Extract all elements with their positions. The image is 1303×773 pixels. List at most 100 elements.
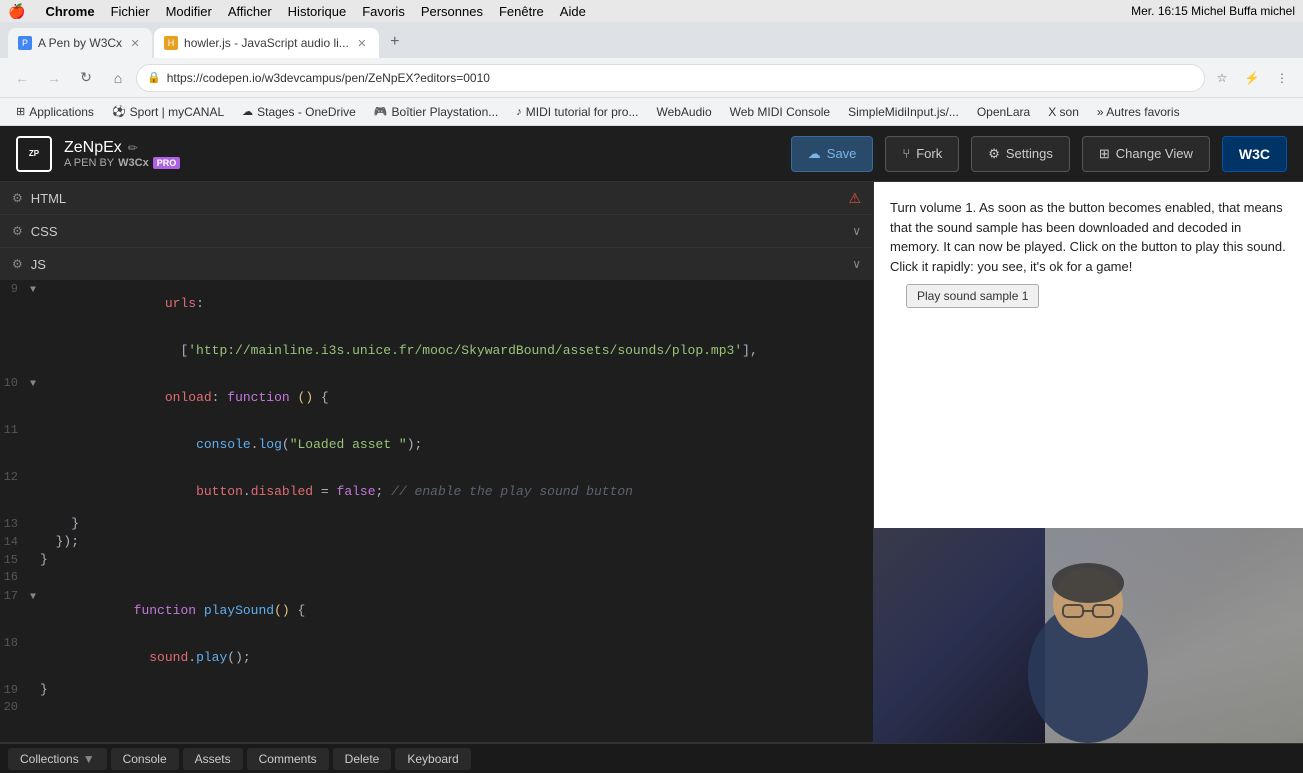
preview-description: Turn volume 1. As soon as the button bec… — [890, 198, 1287, 276]
bookmark-webmidi[interactable]: Web MIDI Console — [722, 103, 838, 121]
menu-fenetre[interactable]: Fenêtre — [499, 4, 544, 19]
css-panel: ⚙ CSS ∨ — [0, 215, 873, 248]
change-view-button[interactable]: ⊞ Change View — [1082, 136, 1210, 172]
js-expand-icon[interactable]: ∨ — [852, 257, 861, 271]
bookmark-label-boitier: Boîtier Playstation... — [392, 105, 499, 119]
app-name: Chrome — [45, 4, 94, 19]
menu-favoris[interactable]: Favoris — [362, 4, 405, 19]
lock-icon: 🔒 — [147, 71, 161, 84]
main-content: ⚙ HTML ⚠ ⚙ CSS ∨ ⚙ JS ∨ 9 — [0, 182, 1303, 743]
menu-modifier[interactable]: Modifier — [166, 4, 212, 19]
bookmark-applications[interactable]: ⊞ Applications — [8, 103, 102, 121]
keyboard-label: Keyboard — [407, 752, 458, 766]
forward-button[interactable]: → — [40, 64, 68, 92]
css-panel-header[interactable]: ⚙ CSS ∨ — [0, 215, 873, 247]
bookmark-label-webmidi: Web MIDI Console — [730, 105, 830, 119]
bookmark-label-simplemidi: SimpleMidiInput.js/... — [848, 105, 959, 119]
edit-icon[interactable]: ✏ — [128, 141, 138, 155]
codepen-header: ZP ZeNpEx ✏ A PEN BY W3Cx PRO ☁ Save ⑂ F… — [0, 126, 1303, 182]
code-line-11: 11 ▼ console.log("Loaded asset "); — [0, 421, 873, 468]
html-panel-header[interactable]: ⚙ HTML ⚠ — [0, 182, 873, 214]
w3c-button[interactable]: W3C — [1222, 136, 1287, 172]
cp-logo-text: ZP — [29, 149, 39, 158]
play-sound-sample-button[interactable]: Play sound sample 1 — [906, 284, 1039, 308]
fork-label: Fork — [916, 146, 942, 161]
html-error-icon: ⚠ — [848, 190, 861, 207]
bookmark-boitier[interactable]: 🎮 Boîtier Playstation... — [366, 103, 506, 121]
css-expand-icon[interactable]: ∨ — [852, 224, 861, 238]
bookmark-autres[interactable]: » Autres favoris — [1089, 103, 1188, 121]
menubar-time: Mer. 16:15 Michel Buffa michel — [1131, 4, 1295, 18]
bookmark-midi-tutorial[interactable]: ♪ MIDI tutorial for pro... — [508, 103, 646, 121]
fork-icon: ⑂ — [902, 146, 910, 161]
tab-close-2[interactable]: ✕ — [355, 36, 369, 50]
by-user: W3Cx — [118, 157, 149, 169]
bookmark-simplemidi[interactable]: SimpleMidiInput.js/... — [840, 103, 967, 121]
back-button[interactable]: ← — [8, 64, 36, 92]
bookmark-label-openlara: OpenLara — [977, 105, 1030, 119]
code-line-17: 17 ▼ function playSound() { — [0, 587, 873, 634]
js-code-editor[interactable]: 9 ▼ urls: ▼ ['http://mainline.i3s.unice.… — [0, 280, 873, 742]
bookmark-icon-stages: ☁ — [242, 105, 253, 118]
url-bar[interactable]: 🔒 https://codepen.io/w3devcampus/pen/ZeN… — [136, 64, 1205, 92]
code-line-9b: ▼ ['http://mainline.i3s.unice.fr/mooc/Sk… — [0, 327, 873, 374]
new-tab-button[interactable]: + — [381, 28, 409, 56]
reload-button[interactable]: ↻ — [72, 64, 100, 92]
video-area — [873, 528, 1303, 743]
code-line-20: 20 ▼ — [0, 699, 873, 717]
menu-personnes[interactable]: Personnes — [421, 4, 483, 19]
codepen-title-group: ZeNpEx ✏ A PEN BY W3Cx PRO — [64, 139, 180, 169]
by-label: A PEN BY — [64, 157, 114, 169]
tab-pen-w3cx[interactable]: P A Pen by W3Cx ✕ — [8, 28, 152, 58]
address-bar-right: ☆ ⚡ ⋮ — [1209, 65, 1295, 91]
more-icon[interactable]: ⋮ — [1269, 65, 1295, 91]
chrome-tabbar: P A Pen by W3Cx ✕ H howler.js - JavaScri… — [0, 22, 1303, 58]
mac-menubar: 🍎 Chrome Fichier Modifier Afficher Histo… — [0, 0, 1303, 22]
html-gear-icon[interactable]: ⚙ — [12, 191, 23, 205]
menu-afficher[interactable]: Afficher — [228, 4, 272, 19]
tab-close-1[interactable]: ✕ — [128, 36, 142, 50]
js-panel-label: JS — [31, 257, 46, 272]
fork-button[interactable]: ⑂ Fork — [885, 136, 959, 172]
js-panel-header[interactable]: ⚙ JS ∨ — [0, 248, 873, 280]
bookmark-webaudio[interactable]: WebAudio — [648, 103, 719, 121]
code-line-16: 16 ▼ — [0, 569, 873, 587]
change-view-icon: ⊞ — [1099, 146, 1110, 162]
tab-label-2: howler.js - JavaScript audio li... — [184, 36, 349, 50]
extensions-icon[interactable]: ⚡ — [1239, 65, 1265, 91]
css-gear-icon[interactable]: ⚙ — [12, 224, 23, 238]
code-line-14: 14 ▼ }); — [0, 533, 873, 551]
bookmark-stages[interactable]: ☁ Stages - OneDrive — [234, 103, 364, 121]
assets-button[interactable]: Assets — [183, 748, 243, 770]
pen-name: ZeNpEx ✏ — [64, 139, 180, 157]
console-button[interactable]: Console — [111, 748, 179, 770]
star-icon[interactable]: ☆ — [1209, 65, 1235, 91]
delete-label: Delete — [345, 752, 380, 766]
js-gear-icon[interactable]: ⚙ — [12, 257, 23, 271]
collections-button[interactable]: Collections ▼ — [8, 748, 107, 770]
settings-button[interactable]: ⚙ Settings — [971, 136, 1070, 172]
menu-historique[interactable]: Historique — [288, 4, 347, 19]
console-label: Console — [123, 752, 167, 766]
bookmark-openlara[interactable]: OpenLara — [969, 103, 1038, 121]
assets-label: Assets — [195, 752, 231, 766]
menu-aide[interactable]: Aide — [560, 4, 586, 19]
tab-howler[interactable]: H howler.js - JavaScript audio li... ✕ — [154, 28, 379, 58]
keyboard-button[interactable]: Keyboard — [395, 748, 470, 770]
code-line-19: 19 ▼ } — [0, 681, 873, 699]
person-silhouette — [948, 543, 1228, 743]
bookmark-sport[interactable]: ⚽ Sport | myCANAL — [104, 103, 232, 121]
save-button[interactable]: ☁ Save — [791, 136, 874, 172]
home-button[interactable]: ⌂ — [104, 64, 132, 92]
bookmark-label-midi: MIDI tutorial for pro... — [526, 105, 639, 119]
settings-label: Settings — [1006, 146, 1053, 161]
comments-button[interactable]: Comments — [247, 748, 329, 770]
code-line-13: 13 ▼ } — [0, 515, 873, 533]
bookmark-xson[interactable]: X son — [1040, 103, 1087, 121]
delete-button[interactable]: Delete — [333, 748, 392, 770]
bookmark-label-autres: » Autres favoris — [1097, 105, 1180, 119]
video-person — [873, 528, 1303, 743]
menu-fichier[interactable]: Fichier — [111, 4, 150, 19]
html-panel-label: HTML — [31, 191, 66, 206]
code-line-9: 9 ▼ urls: — [0, 280, 873, 327]
